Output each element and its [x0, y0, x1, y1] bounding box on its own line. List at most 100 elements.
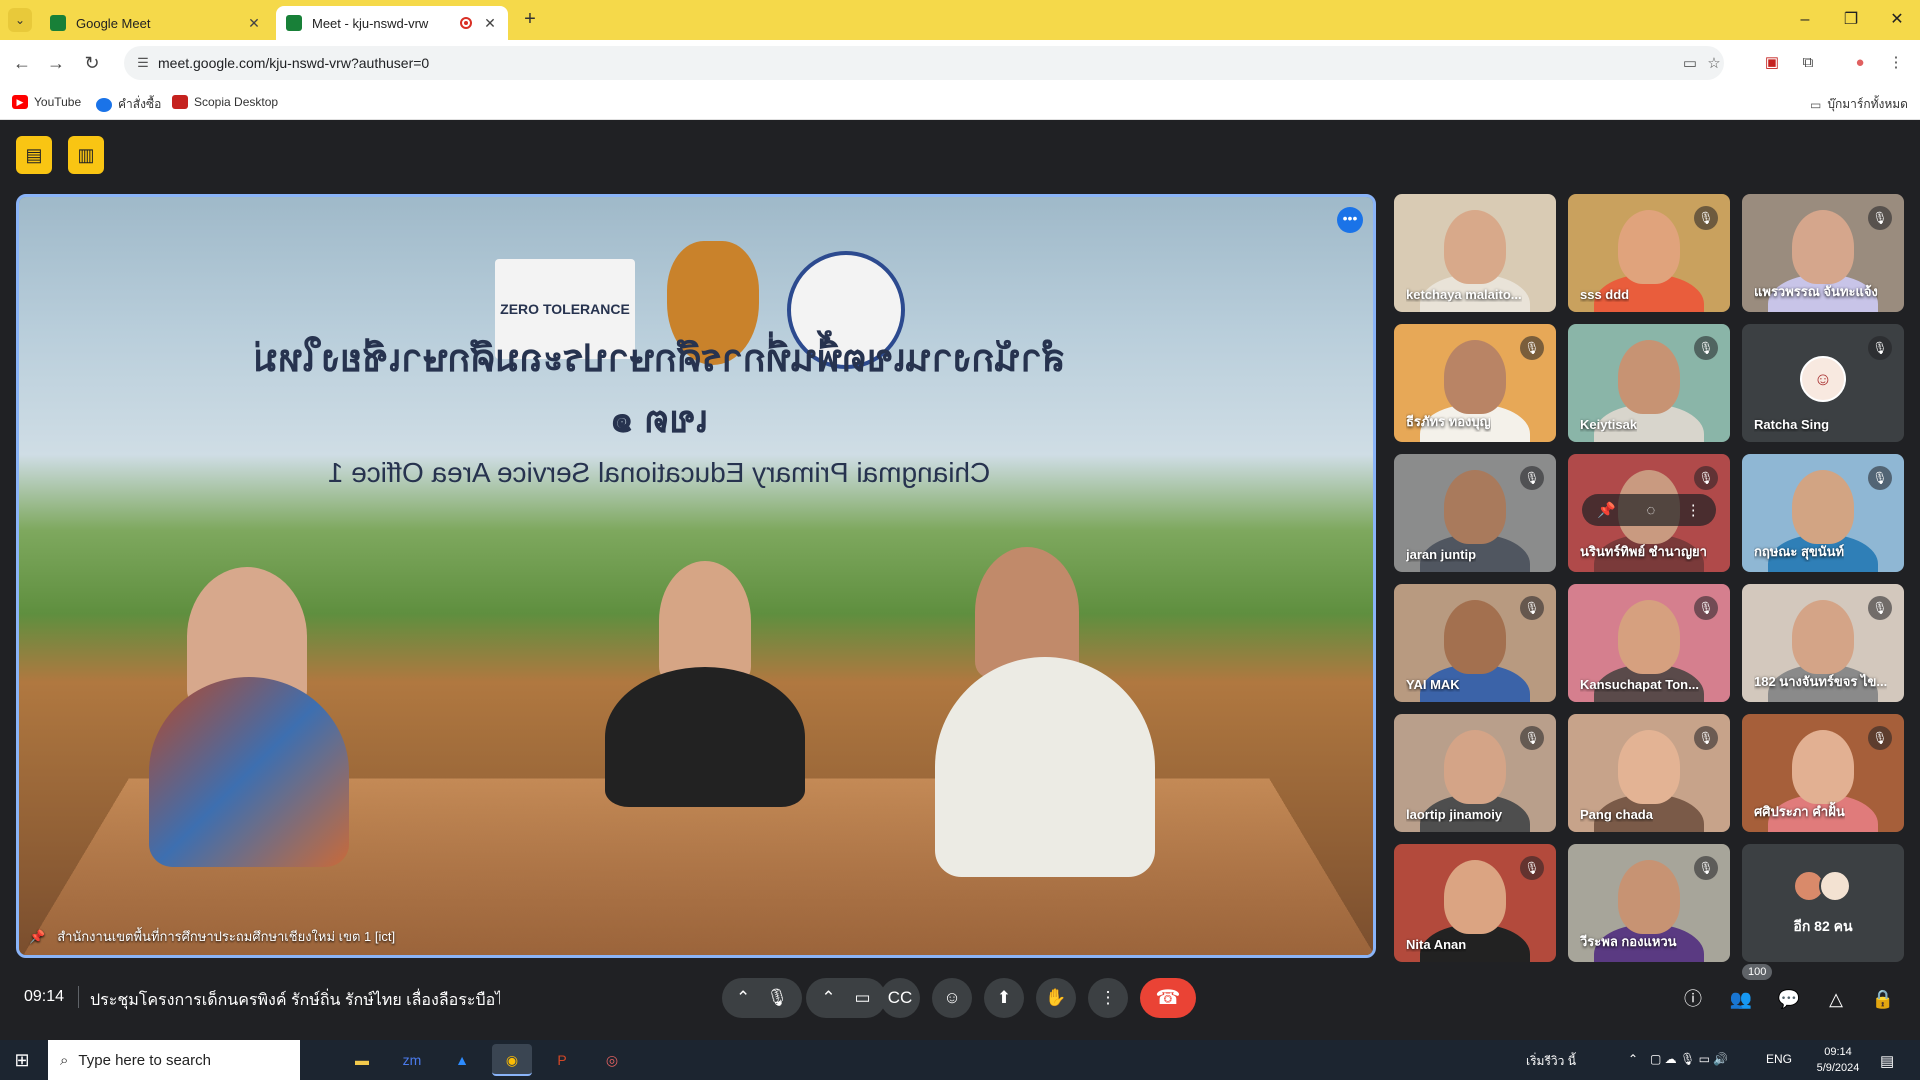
participant-name: กฤษณะ สุขนันท์ — [1754, 544, 1845, 559]
participant-name: Pang chada — [1580, 807, 1653, 822]
people-icon[interactable]: 👥 — [1728, 986, 1754, 1012]
participant-tile[interactable]: 🎙 Pang chada — [1568, 714, 1730, 832]
participant-tile[interactable]: 🎙 วีระพล กองแหวน — [1568, 844, 1730, 962]
participant-name: YAI MAK — [1406, 677, 1460, 692]
more-vert-icon: ⋮ — [1099, 988, 1117, 1007]
new-tab-button[interactable]: + — [518, 8, 542, 32]
forward-icon[interactable]: → — [44, 51, 68, 75]
participant-tile[interactable]: ketchaya malaito... — [1394, 194, 1556, 312]
clock[interactable]: 09:14 5/9/2024 — [1810, 1044, 1866, 1076]
participant-tile[interactable]: 🎙 YAI MAK — [1394, 584, 1556, 702]
notifications-icon[interactable]: ▤ — [1880, 1052, 1894, 1070]
recording-icon — [460, 17, 472, 29]
weather-widget[interactable]: เริ่มรีวิว นี้ — [1526, 1052, 1576, 1071]
main-video-tile[interactable]: ZERO TOLERANCE สำนักงานเขตพื้นที่การศึกษ… — [16, 194, 1376, 958]
microphone-control[interactable]: ⌃ 🎙 — [722, 978, 802, 1018]
more-options-icon[interactable]: ••• — [1337, 207, 1363, 233]
participant-tile[interactable]: 🎙 ศศิประภา คำฝั้น — [1742, 714, 1904, 832]
participant-tile[interactable]: 🎙 182 นางจันทร์ขจร ไข... — [1742, 584, 1904, 702]
bookmark-youtube[interactable]: ▶ YouTube — [12, 95, 81, 109]
tab-search-button[interactable]: ⌄ — [8, 8, 32, 32]
participant-tile[interactable]: 🎙 แพรวพรรณ จันทะแจ้ง — [1742, 194, 1904, 312]
participant-tile[interactable]: 🎙 Kansuchapat Ton... — [1568, 584, 1730, 702]
participant-tile[interactable]: 📌 ◌ ⋮ 🎙 นรินทร์ทิพย์ ชำนาญยา — [1568, 454, 1730, 572]
chrome-icon[interactable]: ◉ — [492, 1044, 532, 1076]
mic-off-icon: 🎙 — [1520, 726, 1544, 750]
layout-panel-icon[interactable]: ▥ — [68, 136, 104, 174]
more-vert-icon[interactable]: ⋮ — [1686, 501, 1701, 519]
restore-button[interactable]: ❐ — [1828, 0, 1874, 40]
leave-call-button[interactable]: ☎ — [1140, 978, 1196, 1018]
bookmark-orders[interactable]: คำสั่งซื้อ — [96, 95, 161, 114]
participant-tile[interactable]: 🎙 กฤษณะ สุขนันท์ — [1742, 454, 1904, 572]
mute-overlay-icon[interactable]: ◌ — [1646, 502, 1655, 519]
minimize-button[interactable]: – — [1782, 0, 1828, 40]
tray-icons[interactable]: ▢ ☁ 🎙 ▭ 🔊 — [1650, 1052, 1728, 1066]
bookmark-label: คำสั่งซื้อ — [118, 97, 162, 111]
microphone-icon[interactable]: 🎙 — [766, 978, 788, 1018]
powerpoint-icon[interactable]: P — [542, 1044, 582, 1076]
chat-icon[interactable]: 💬 — [1776, 986, 1802, 1012]
close-tab-icon[interactable]: ✕ — [246, 15, 262, 32]
all-bookmarks[interactable]: ▭ บุ๊กมาร์กทั้งหมด — [1810, 95, 1908, 114]
extension-icon[interactable]: ▣ — [1760, 51, 1784, 75]
participant-face — [1444, 470, 1506, 544]
person-center-face — [659, 561, 751, 681]
chevron-up-icon[interactable]: ⌃ — [736, 978, 750, 1018]
participant-tile[interactable]: ☺ 🎙 Ratcha Sing — [1742, 324, 1904, 442]
raise-hand-button[interactable]: ✋ — [1036, 978, 1076, 1018]
mic-off-icon: 🎙 — [1520, 856, 1544, 880]
host-controls-icon[interactable]: 🔒 — [1870, 986, 1896, 1012]
participant-tile[interactable]: 🎙 Keiytisak — [1568, 324, 1730, 442]
present-button[interactable]: ⬆ — [984, 978, 1024, 1018]
tab-title: Google Meet — [76, 15, 151, 31]
participant-name: 182 นางจันทร์ขจร ไข... — [1754, 674, 1888, 689]
windows-start-icon[interactable]: ⊞ — [12, 1050, 32, 1070]
hide-captions-icon[interactable]: ▤ — [16, 136, 52, 174]
captions-icon: CC — [887, 988, 913, 1007]
camera-control[interactable]: ⌃ ▭ — [806, 978, 886, 1018]
tray-overflow-icon[interactable]: ⌃ — [1628, 1052, 1638, 1066]
pin-icon[interactable]: 📌 — [1597, 501, 1616, 519]
video-camera-icon[interactable]: ▭ — [855, 978, 871, 1018]
tile-hover-controls[interactable]: 📌 ◌ ⋮ — [1582, 494, 1716, 526]
tab-title: Meet - kju-nswd-vrw — [312, 15, 429, 31]
back-icon[interactable]: ← — [10, 51, 34, 75]
close-window-button[interactable]: ✕ — [1874, 0, 1920, 40]
chevron-up-icon[interactable]: ⌃ — [821, 978, 835, 1018]
close-tab-icon[interactable]: ✕ — [482, 15, 498, 32]
url-text[interactable]: meet.google.com/kju-nswd-vrw?authuser=0 — [158, 55, 429, 71]
bookmark-star-icon[interactable]: ☆ — [1704, 54, 1724, 72]
chrome-menu-icon[interactable]: ⋮ — [1884, 51, 1908, 75]
taskbar-search[interactable]: ⌕ Type here to search — [48, 1040, 300, 1080]
presenter-name-label: 📌 สำนักงานเขตพื้นที่การศึกษาประถมศึกษาเช… — [29, 926, 395, 947]
activities-icon[interactable]: △ — [1823, 986, 1849, 1012]
extensions-puzzle-icon[interactable]: ⧉ — [1796, 51, 1820, 75]
address-bar[interactable]: ☰ meet.google.com/kju-nswd-vrw?authuser=… — [124, 46, 1724, 80]
participant-tile[interactable]: 🎙 jaran juntip — [1394, 454, 1556, 572]
participant-tile[interactable]: 🎙 ธีรภัทร ทองบุญ — [1394, 324, 1556, 442]
participant-tile[interactable]: 🎙 sss ddd — [1568, 194, 1730, 312]
recorder-icon[interactable]: ◎ — [592, 1044, 632, 1076]
tab-meet-call[interactable]: Meet - kju-nswd-vrw ✕ — [276, 6, 508, 40]
pin-icon[interactable]: 📌 — [29, 929, 45, 945]
mic-off-icon: 🎙 — [1694, 466, 1718, 490]
app-icon[interactable]: ▲ — [442, 1044, 482, 1076]
file-explorer-icon[interactable]: ▬ — [342, 1044, 382, 1076]
language-indicator[interactable]: ENG — [1766, 1052, 1792, 1066]
profile-icon[interactable]: ● — [1848, 51, 1872, 75]
reactions-button[interactable]: ☺ — [932, 978, 972, 1018]
others-tile[interactable]: อีก 82 คน — [1742, 844, 1904, 962]
tab-google-meet[interactable]: Google Meet ✕ — [40, 6, 272, 40]
banner-thai-text: สำนักงานเขตพื้นที่การศึกษาประถมศึกษาเชีย… — [252, 338, 1066, 441]
bookmark-scopia[interactable]: Scopia Desktop — [172, 95, 278, 109]
reload-icon[interactable]: ↻ — [80, 51, 104, 75]
participant-tile[interactable]: 🎙 laortip jinamoiy — [1394, 714, 1556, 832]
more-options-button[interactable]: ⋮ — [1088, 978, 1128, 1018]
camera-icon[interactable]: ▭ — [1680, 54, 1700, 72]
meeting-details-icon[interactable]: ⓘ — [1680, 986, 1706, 1012]
captions-button[interactable]: CC — [880, 978, 920, 1018]
participant-tile[interactable]: 🎙 Nita Anan — [1394, 844, 1556, 962]
site-info-icon[interactable]: ☰ — [134, 54, 152, 72]
zoom-icon[interactable]: zm — [392, 1044, 432, 1076]
